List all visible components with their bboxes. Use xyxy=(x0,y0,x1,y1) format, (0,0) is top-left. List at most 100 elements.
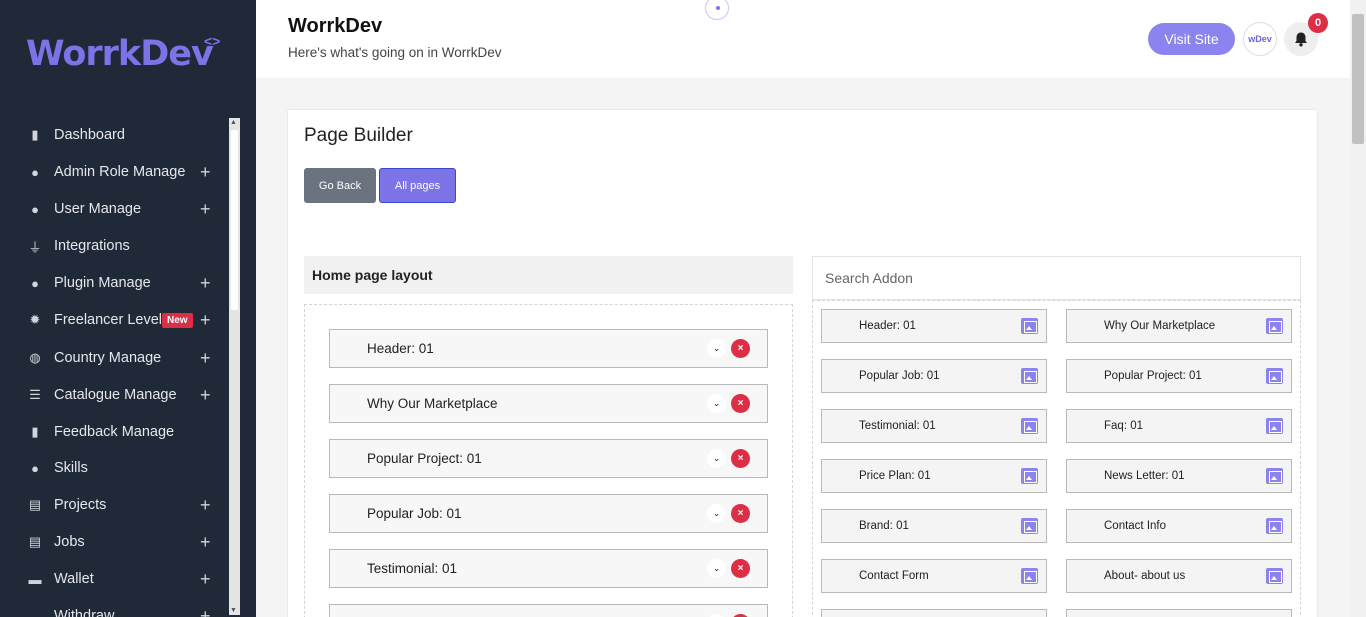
addon-item[interactable]: Price Plan: 01 xyxy=(821,459,1047,493)
sidebar-item-user-manage[interactable]: ● User Manage + xyxy=(0,194,228,224)
addon-item[interactable]: Testimonial: 01 xyxy=(821,409,1047,443)
scroll-up-icon[interactable]: ▲ xyxy=(230,119,237,126)
layout-row[interactable]: Header: 01 ⌄ × xyxy=(329,329,768,368)
layout-row-label: Popular Job: 01 xyxy=(367,506,462,521)
chevron-down-icon[interactable]: ⌄ xyxy=(707,504,726,523)
addon-label: Popular Job: 01 xyxy=(859,370,940,382)
addon-item[interactable]: Header: 01 xyxy=(821,309,1047,343)
chevron-down-icon[interactable]: ⌄ xyxy=(707,449,726,468)
image-preview-icon[interactable] xyxy=(1021,518,1038,534)
image-preview-icon[interactable] xyxy=(1266,468,1283,484)
user-icon: ● xyxy=(31,201,39,217)
addon-item[interactable]: Why Our Marketplace xyxy=(1066,309,1292,343)
layout-row-label: Why Our Marketplace xyxy=(367,396,498,411)
sidebar-item-label: Admin Role Manage xyxy=(54,164,186,180)
briefcase-icon: ▬ xyxy=(28,571,42,587)
expand-plus-icon[interactable]: + xyxy=(200,385,211,406)
addon-item[interactable]: About- about us xyxy=(1066,559,1292,593)
sidebar-item-projects[interactable]: ▤ Projects + xyxy=(0,490,228,520)
addon-item[interactable]: Popular Project: 01 xyxy=(1066,359,1292,393)
image-preview-icon[interactable] xyxy=(1266,518,1283,534)
sidebar-item-dashboard[interactable]: ▮ Dashboard xyxy=(0,120,228,150)
sidebar-item-admin-role-manage[interactable]: ● Admin Role Manage + xyxy=(0,157,228,187)
bar-chart-icon: ▮ xyxy=(31,424,39,439)
expand-plus-icon[interactable]: + xyxy=(200,569,211,590)
image-preview-icon[interactable] xyxy=(1266,568,1283,584)
expand-plus-icon[interactable]: + xyxy=(200,606,211,617)
image-preview-icon[interactable] xyxy=(1021,468,1038,484)
sidebar-item-freelancer-level[interactable]: ✹ Freelancer Level New + xyxy=(0,305,228,335)
addon-item[interactable]: Brand: 01 xyxy=(821,509,1047,543)
page-scrollbar[interactable] xyxy=(1350,0,1366,617)
chevron-down-icon[interactable]: ⌄ xyxy=(707,339,726,358)
sidebar-item-integrations[interactable]: ⏚ Integrations xyxy=(0,231,228,261)
scroll-down-icon[interactable]: ▼ xyxy=(230,607,237,614)
remove-icon[interactable]: × xyxy=(731,449,750,468)
addon-item[interactable] xyxy=(1066,609,1292,617)
sidebar-item-withdraw[interactable]: ▬ Withdraw + xyxy=(0,601,228,617)
avatar[interactable]: wDev xyxy=(1243,22,1277,56)
addon-item[interactable]: Contact Info xyxy=(1066,509,1292,543)
expand-plus-icon[interactable]: + xyxy=(200,532,211,553)
file-icon: ▤ xyxy=(28,534,42,549)
sidebar-item-plugin-manage[interactable]: ● Plugin Manage + xyxy=(0,268,228,298)
image-preview-icon[interactable] xyxy=(1266,318,1283,334)
sidebar-item-jobs[interactable]: ▤ Jobs + xyxy=(0,527,228,557)
sidebar-toggle-icon[interactable] xyxy=(705,0,729,20)
layout-row[interactable]: Popular Job: 01 ⌄ × xyxy=(329,494,768,533)
top-header: WorrkDev Here's what's going on in Worrk… xyxy=(256,0,1350,78)
addon-item[interactable]: News Letter: 01 xyxy=(1066,459,1292,493)
addon-item[interactable]: Faq: 01 xyxy=(1066,409,1292,443)
addon-label: Popular Project: 01 xyxy=(1104,370,1202,382)
layout-row-label: Popular Project: 01 xyxy=(367,451,482,466)
sidebar-item-wallet[interactable]: ▬ Wallet + xyxy=(0,564,228,594)
sidebar-item-label: Plugin Manage xyxy=(54,275,151,291)
image-preview-icon[interactable] xyxy=(1266,418,1283,434)
expand-plus-icon[interactable]: + xyxy=(200,273,211,294)
user-icon: ● xyxy=(31,164,39,180)
addon-item[interactable]: Contact Form xyxy=(821,559,1047,593)
layout-row[interactable]: Popular Project: 01 ⌄ × xyxy=(329,439,768,478)
layout-drop-zone[interactable]: Header: 01 ⌄ × Why Our Marketplace ⌄ × Popular… xyxy=(304,304,793,617)
image-preview-icon[interactable] xyxy=(1021,318,1038,334)
addon-item[interactable] xyxy=(821,609,1047,617)
image-preview-icon[interactable] xyxy=(1021,418,1038,434)
sidebar-item-catalogue-manage[interactable]: ☰ Catalogue Manage + xyxy=(0,380,228,410)
addon-label: Brand: 01 xyxy=(859,520,909,532)
chevron-down-icon[interactable]: ⌄ xyxy=(707,394,726,413)
remove-icon[interactable]: × xyxy=(731,559,750,578)
logo[interactable]: WorrkDev xyxy=(26,34,214,74)
expand-plus-icon[interactable]: + xyxy=(200,348,211,369)
remove-icon[interactable]: × xyxy=(731,339,750,358)
layout-row[interactable]: Why Our Marketplace ⌄ × xyxy=(329,384,768,423)
remove-icon[interactable]: × xyxy=(731,394,750,413)
sidebar-item-label: Integrations xyxy=(54,238,130,254)
addon-label: Price Plan: 01 xyxy=(859,470,931,482)
expand-plus-icon[interactable]: + xyxy=(200,495,211,516)
image-preview-icon[interactable] xyxy=(1021,368,1038,384)
image-preview-icon[interactable] xyxy=(1021,568,1038,584)
sidebar-item-feedback-manage[interactable]: ▮ Feedback Manage xyxy=(0,417,228,447)
remove-icon[interactable]: × xyxy=(731,504,750,523)
layout-row[interactable]: Testimonial: 01 ⌄ × xyxy=(329,549,768,588)
image-preview-icon[interactable] xyxy=(1266,368,1283,384)
sidebar-item-country-manage[interactable]: ◍ Country Manage + xyxy=(0,343,228,373)
sidebar-item-skills[interactable]: ● Skills xyxy=(0,453,228,483)
expand-plus-icon[interactable]: + xyxy=(200,199,211,220)
search-addon-input[interactable] xyxy=(812,256,1301,300)
expand-plus-icon[interactable]: + xyxy=(200,162,211,183)
addon-item[interactable]: Popular Job: 01 xyxy=(821,359,1047,393)
sidebar-scrollbar[interactable]: ▲ ▼ xyxy=(229,118,240,615)
page-scroll-thumb[interactable] xyxy=(1352,14,1364,144)
sidebar-scroll-thumb[interactable] xyxy=(231,130,238,310)
layout-row[interactable]: Category Project: 01⌄× xyxy=(329,604,768,617)
app-title: WorrkDev xyxy=(288,15,383,37)
sidebar-item-label: Skills xyxy=(54,460,88,476)
addon-label: Header: 01 xyxy=(859,320,916,332)
chevron-down-icon[interactable]: ⌄ xyxy=(707,559,726,578)
visit-site-button[interactable]: Visit Site xyxy=(1148,23,1235,55)
all-pages-button[interactable]: All pages xyxy=(379,168,456,203)
go-back-button[interactable]: Go Back xyxy=(304,168,376,203)
app-subtitle: Here's what's going on in WorrkDev xyxy=(288,45,502,60)
expand-plus-icon[interactable]: + xyxy=(200,310,211,331)
